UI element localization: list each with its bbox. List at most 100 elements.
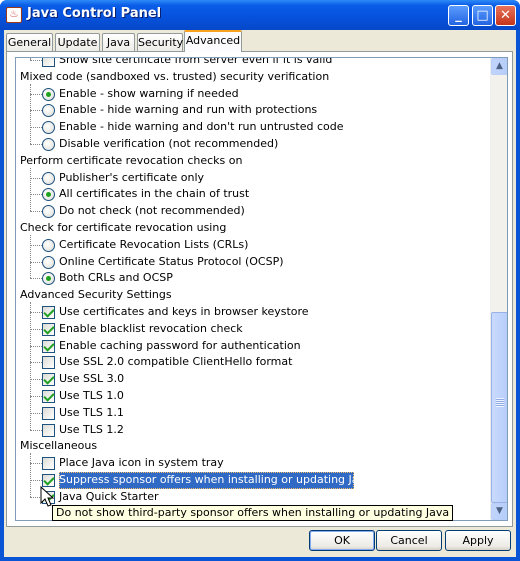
checkbox[interactable] (42, 406, 55, 420)
option-label: Online Certificate Status Protocol (OCSP… (59, 254, 284, 268)
radio-option-certificate-revocation-lists-crls[interactable]: Certificate Revocation Lists (CRLs) (42, 237, 482, 254)
radio-option-both-crls-and-ocsp[interactable]: Both CRLs and OCSP (42, 270, 482, 287)
radio-button[interactable] (42, 138, 55, 151)
checkbox[interactable] (42, 423, 55, 437)
java-icon: ♨ (6, 7, 22, 23)
tree-connector (30, 362, 42, 364)
checkbox[interactable] (42, 339, 55, 353)
checkbox[interactable] (42, 373, 55, 387)
tab-update[interactable]: Update (55, 33, 100, 52)
radio-button[interactable] (42, 205, 55, 219)
option-label: Use SSL 3.0 (59, 372, 125, 386)
tree-connector (30, 412, 42, 414)
checkbox[interactable] (42, 58, 55, 67)
tree-connector (30, 261, 42, 263)
tree-connector (30, 328, 42, 330)
tree-connector (30, 244, 42, 246)
scroll-up-arrow-icon[interactable]: ▲ (491, 58, 507, 75)
tree-connector (30, 60, 42, 61)
checkbox-option-enable-caching-password-for-authentication[interactable]: Enable caching password for authenticati… (42, 338, 482, 355)
tab-strip: General Update Java Security Advanced (4, 30, 516, 52)
tree-connector (30, 177, 42, 179)
option-label: Use TLS 1.0 (59, 389, 124, 402)
tree-connector (30, 58, 31, 60)
radio-option-enable-hide-warning-and-don-t-run-untrusted-code[interactable]: Enable - hide warning and don't run untr… (42, 119, 482, 136)
checkbox-option-suppress-sponsor-offers-when-installing-or-updating-java[interactable]: Suppress sponsor offers when installing … (42, 472, 482, 489)
radio-option-all-certificates-in-the-chain-of-trust[interactable]: All certificates in the chain of trust (42, 186, 482, 203)
option-label: Do not check (not recommended) (59, 204, 245, 218)
radio-option-do-not-check-not-recommended[interactable]: Do not check (not recommended) (42, 203, 482, 220)
option-label: Use TLS 1.1 (59, 405, 124, 419)
checkbox-option-enable-blacklist-revocation-check[interactable]: Enable blacklist revocation check (42, 321, 482, 338)
checkbox[interactable] (42, 390, 55, 403)
radio-button[interactable] (42, 87, 55, 101)
radio-option-enable-show-warning-if-needed[interactable]: Enable - show warning if needed (42, 86, 482, 103)
checkbox[interactable] (42, 306, 55, 319)
group-heading-miscellaneous: Miscellaneous (20, 439, 98, 453)
checkbox[interactable] (42, 322, 55, 336)
radio-button[interactable] (42, 238, 55, 252)
group-heading-advanced-security-settings: Advanced Security Settings (20, 288, 172, 302)
option-label: Disable verification (not recommended) (59, 137, 279, 150)
tab-general[interactable]: General (6, 33, 53, 52)
checkbox-option-use-certificates-and-keys-in-browser-keystore[interactable]: Use certificates and keys in browser key… (42, 304, 482, 321)
tree-connector (30, 278, 42, 280)
radio-button[interactable] (42, 121, 55, 135)
group-heading-check-for-certificate-revocation-using: Check for certificate revocation using (20, 221, 227, 234)
scroll-down-arrow-icon[interactable]: ▼ (491, 503, 507, 520)
checkbox[interactable] (42, 457, 55, 471)
option-label: Suppress sponsor offers when installing … (59, 473, 372, 486)
option-label: Enable - hide warning and run with prote… (59, 103, 318, 117)
checkbox-option-use-tls-1-2[interactable]: Use TLS 1.2 (42, 422, 482, 439)
checkbox-option-show-site-certificate-from-server-even-if-it-is-valid[interactable]: Show site certificate from server even i… (42, 58, 482, 69)
radio-button[interactable] (42, 255, 55, 269)
advanced-tab-panel: Show site certificate from server even i… (6, 51, 513, 527)
close-button[interactable]: ✕ (495, 5, 516, 26)
option-label: Publisher's certificate only (59, 170, 205, 184)
tab-java[interactable]: Java (102, 33, 135, 52)
maximize-button[interactable]: □ (472, 5, 493, 26)
checkbox-option-use-tls-1-1[interactable]: Use TLS 1.1 (42, 405, 482, 422)
group-heading-perform-certificate-revocation-checks-on: Perform certificate revocation checks on (20, 153, 243, 167)
tab-advanced[interactable]: Advanced (184, 30, 242, 52)
tree-connector (30, 312, 42, 313)
option-label: Java Quick Starter (59, 489, 159, 503)
checkbox-option-use-ssl-3-0[interactable]: Use SSL 3.0 (42, 371, 482, 388)
cancel-button[interactable]: Cancel (376, 530, 442, 551)
scrollbar-thumb[interactable] (491, 312, 507, 503)
option-label: All certificates in the chain of trust (59, 187, 250, 201)
radio-button[interactable] (42, 272, 55, 286)
radio-option-disable-verification-not-recommended[interactable]: Disable verification (not recommended) (42, 136, 482, 153)
tree-connector (30, 127, 42, 129)
apply-button[interactable]: Apply (445, 530, 511, 551)
option-label: Enable caching password for authenticati… (59, 338, 301, 352)
tree-connector (30, 302, 31, 430)
option-label: Enable blacklist revocation check (59, 321, 243, 335)
radio-button[interactable] (42, 104, 55, 118)
radio-button[interactable] (42, 171, 55, 185)
checkbox-option-use-ssl-2-0-compatible-clienthello-format[interactable]: Use SSL 2.0 compatible ClientHello forma… (42, 354, 482, 371)
radio-option-online-certificate-status-protocol-ocsp[interactable]: Online Certificate Status Protocol (OCSP… (42, 254, 482, 271)
tree-connector (30, 379, 42, 381)
settings-tree: Show site certificate from server even i… (16, 58, 490, 520)
radio-option-enable-hide-warning-and-run-with-protections[interactable]: Enable - hide warning and run with prote… (42, 102, 482, 119)
option-label: Enable - hide warning and don't run untr… (59, 120, 344, 134)
checkbox-option-java-quick-starter[interactable]: Java Quick Starter (42, 489, 482, 506)
checkbox[interactable] (42, 356, 55, 370)
vertical-scrollbar[interactable]: ▲ ▼ (490, 58, 507, 520)
window-title: Java Control Panel (27, 6, 162, 21)
radio-button[interactable] (42, 188, 55, 202)
minimize-button[interactable]: _ (448, 5, 469, 26)
settings-scroll-pane[interactable]: Show site certificate from server even i… (15, 57, 508, 521)
radio-option-publisher-s-certificate-only[interactable]: Publisher's certificate only (42, 170, 482, 187)
tab-security[interactable]: Security (137, 33, 183, 52)
mouse-pointer-icon (40, 486, 55, 507)
ok-button[interactable]: OK (309, 530, 375, 551)
java-control-panel-window: ♨ Java Control Panel _ □ ✕ General Updat… (0, 0, 520, 561)
title-bar[interactable]: ♨ Java Control Panel _ □ ✕ (0, 0, 520, 30)
checkbox-option-use-tls-1-0[interactable]: Use TLS 1.0 (42, 388, 482, 405)
checkbox-option-place-java-icon-in-system-tray[interactable]: Place Java icon in system tray (42, 455, 482, 472)
dialog-client-area: General Update Java Security Advanced Sh… (4, 30, 516, 557)
tree-connector (30, 144, 42, 145)
tree-connector (30, 234, 31, 279)
